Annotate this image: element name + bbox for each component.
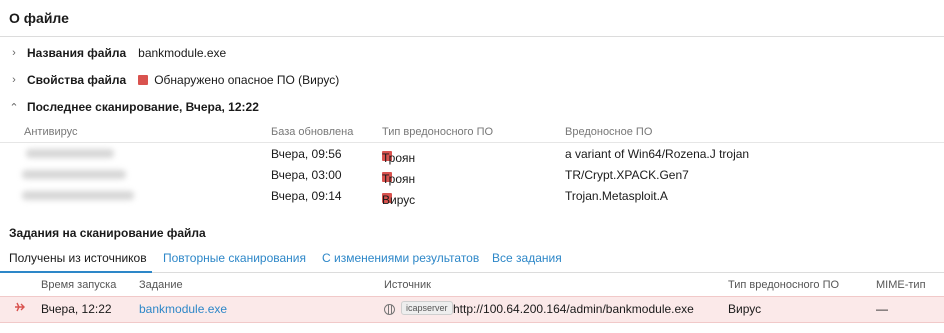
file-props-label: Свойства файла: [27, 73, 127, 87]
antivirus-table-body: Вчера, 09:56 Троян a variant of Win64/Ro…: [0, 142, 944, 207]
threat-arrow-icon: [13, 300, 27, 317]
antivirus-table-header: Антивирус База обновлена Тип вредоносног…: [0, 124, 944, 142]
db-updated: Вчера, 09:56: [271, 147, 342, 161]
page-header: О файле: [0, 0, 944, 37]
tab-received[interactable]: Получены из источников: [9, 251, 147, 265]
table-row: Вчера, 09:56 Троян a variant of Win64/Ro…: [0, 143, 944, 165]
source-tag: icapserver: [401, 301, 453, 315]
chevron-right-icon[interactable]: ›: [7, 74, 21, 86]
tasks-title: Задания на сканирование файла: [9, 226, 206, 240]
col-malware-type: Тип вредоносного ПО: [382, 126, 494, 138]
db-updated: Вчера, 09:14: [271, 189, 342, 203]
task-malware-type: Вирус: [728, 302, 762, 316]
table-row: Вчера, 09:14 Вирус Trojan.Metasploit.A: [0, 185, 944, 207]
malware-name: TR/Crypt.XPACK.Gen7: [565, 168, 689, 182]
malware-name: Trojan.Metasploit.A: [565, 189, 668, 203]
file-names-row[interactable]: › Названия файла bankmodule.exe: [7, 46, 226, 60]
tasks-tabs: Получены из источников Повторные сканиро…: [0, 244, 944, 273]
col-mime-type[interactable]: MIME-тип: [876, 279, 926, 291]
antivirus-name-redacted: [22, 191, 134, 200]
tasks-table-header: Время запуска Задание Источник Тип вредо…: [0, 273, 944, 295]
table-row: Вчера, 03:00 Троян TR/Crypt.XPACK.Gen7: [0, 164, 944, 186]
col-malware: Вредоносное ПО: [565, 126, 653, 138]
malware-type-text: Вирус: [382, 193, 416, 207]
last-scan-row[interactable]: ⌃ Последнее сканирование, Вчера, 12:22: [7, 100, 259, 114]
col-antivirus: Антивирус: [24, 126, 78, 138]
file-props-value: Обнаружено опасное ПО (Вирус): [138, 73, 339, 87]
chevron-right-icon[interactable]: ›: [7, 47, 21, 59]
db-updated: Вчера, 03:00: [271, 168, 342, 182]
task-link[interactable]: bankmodule.exe: [139, 302, 227, 316]
antivirus-name-redacted: [22, 170, 126, 179]
col-task[interactable]: Задание: [139, 279, 183, 291]
malware-name: a variant of Win64/Rozena.J trojan: [565, 147, 750, 161]
tab-all-tasks[interactable]: Все задания: [492, 251, 562, 265]
file-names-value: bankmodule.exe: [138, 46, 227, 60]
antivirus-name-redacted: [26, 149, 114, 158]
tab-changed-results[interactable]: С изменениями результатов: [322, 251, 479, 265]
chevron-up-icon[interactable]: ⌃: [7, 101, 21, 114]
file-props-text: Обнаружено опасное ПО (Вирус): [154, 73, 340, 87]
file-props-row[interactable]: › Свойства файла Обнаружено опасное ПО (…: [7, 73, 339, 87]
danger-status-icon: [138, 75, 149, 85]
malware-type-text: Троян: [382, 151, 416, 165]
col-malware-type[interactable]: Тип вредоносного ПО: [728, 279, 839, 291]
last-scan-label: Последнее сканирование, Вчера, 12:22: [27, 100, 259, 114]
col-start-time[interactable]: Время запуска: [41, 279, 116, 291]
task-start-time: Вчера, 12:22: [41, 302, 112, 316]
col-db-updated: База обновлена: [271, 126, 354, 138]
source-url: http://100.64.200.164/admin/bankmodule.e…: [453, 302, 694, 316]
page-title: О файле: [9, 10, 69, 26]
task-mime-type: —: [876, 302, 888, 316]
table-row[interactable]: Вчера, 12:22 bankmodule.exe icapserver h…: [0, 296, 944, 323]
file-names-label: Названия файла: [27, 46, 127, 60]
globe-icon: [384, 304, 395, 315]
tab-rescans[interactable]: Повторные сканирования: [163, 251, 306, 265]
col-source[interactable]: Источник: [384, 279, 431, 291]
malware-type-text: Троян: [382, 172, 416, 186]
